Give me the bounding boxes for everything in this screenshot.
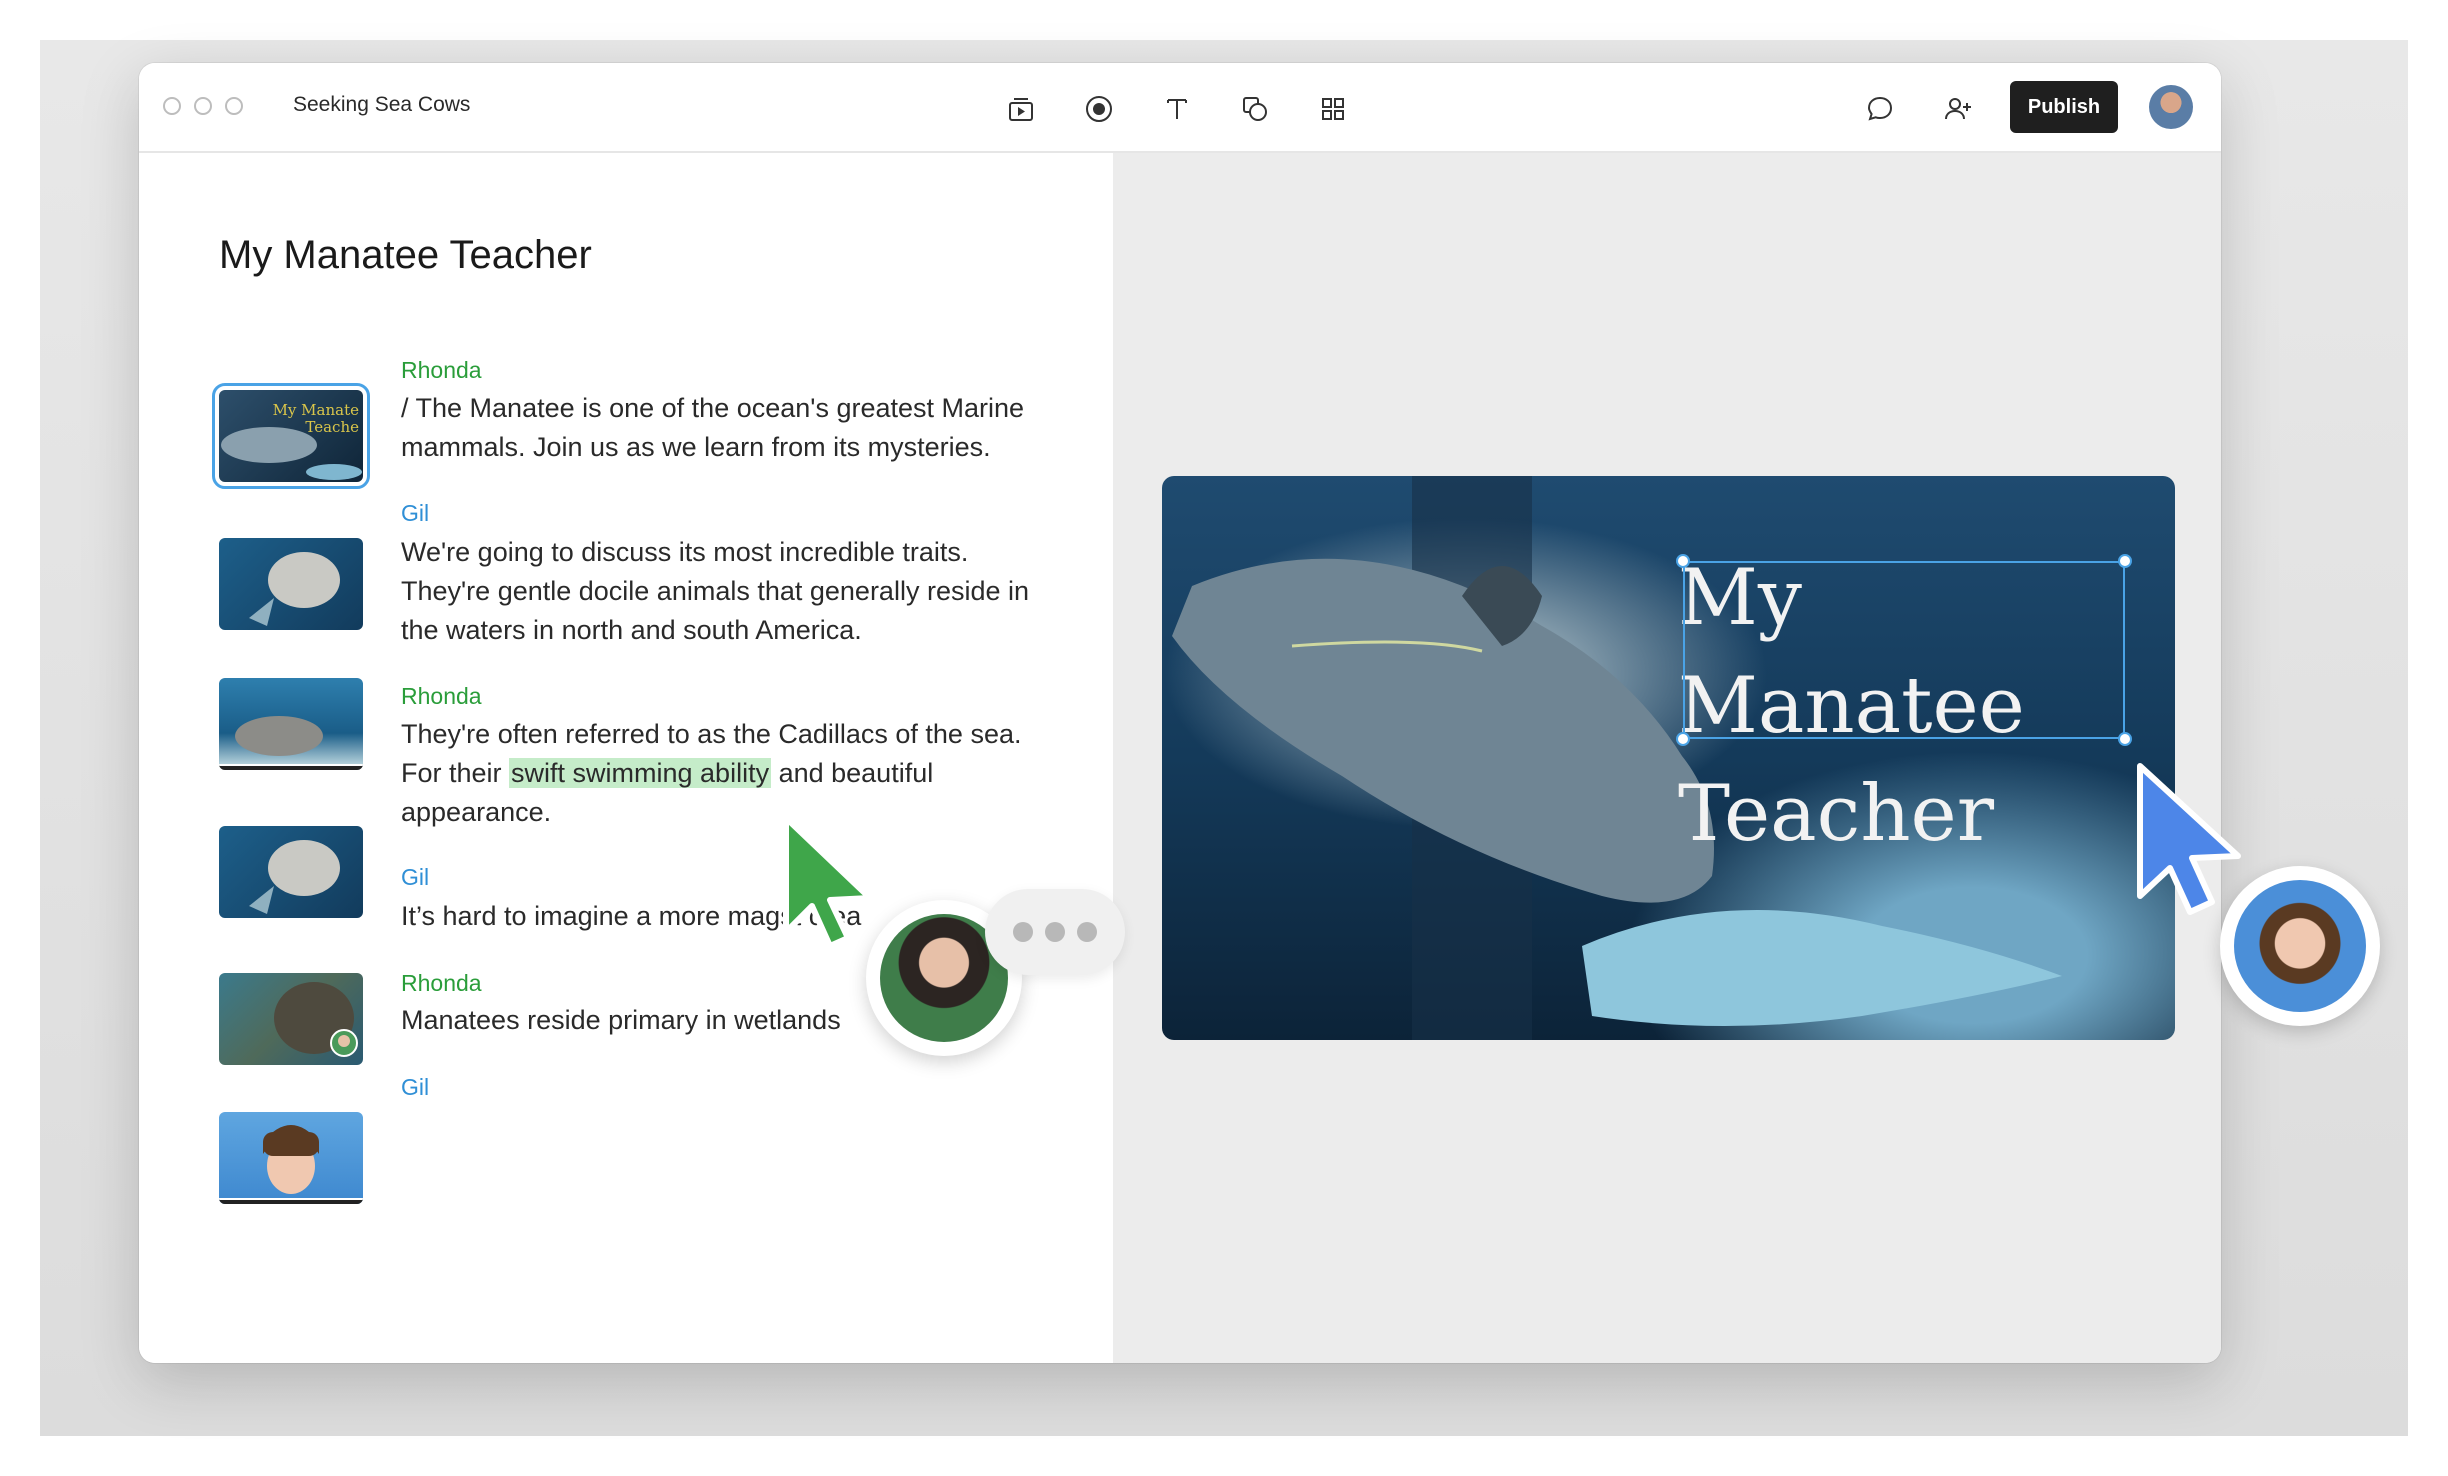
resize-handle-top-right[interactable]: [2118, 554, 2132, 568]
window-controls: [163, 97, 243, 115]
script-title[interactable]: My Manatee Teacher: [219, 233, 592, 278]
canvas-title-line2: Teacher: [1678, 769, 1994, 859]
minimize-window-button[interactable]: [194, 97, 212, 115]
record-icon[interactable]: [1077, 87, 1121, 131]
media-insert-icon[interactable]: [999, 87, 1043, 131]
grid-icon[interactable]: [1311, 87, 1355, 131]
comment-icon[interactable]: [1858, 87, 1902, 131]
resize-handle-bottom-right[interactable]: [2118, 732, 2132, 746]
speaker-label-rhonda: Rhonda: [401, 357, 482, 383]
speaker-label-rhonda: Rhonda: [401, 970, 482, 996]
resize-handle-top-left[interactable]: [1676, 554, 1690, 568]
script-line-2[interactable]: We're going to discuss its most incredib…: [401, 533, 1061, 650]
publish-button[interactable]: Publish: [2010, 81, 2118, 133]
text-icon[interactable]: [1155, 87, 1199, 131]
collaborator-cursor-green-icon: [778, 812, 878, 957]
speaker-label-gil: Gil: [401, 864, 430, 890]
add-user-icon[interactable]: [1936, 87, 1980, 131]
user-avatar[interactable]: [2149, 85, 2193, 129]
scene-thumbnail-1[interactable]: My Manate Teache: [212, 383, 370, 489]
highlighted-phrase[interactable]: swift swimming ability: [509, 758, 772, 788]
scene-thumbnail-4[interactable]: [219, 826, 363, 918]
scene-thumbnail-5[interactable]: [219, 973, 363, 1065]
speaker-label-gil: Gil: [401, 500, 430, 526]
scene-thumbnail-3[interactable]: [219, 678, 363, 770]
resize-handle-bottom-left[interactable]: [1676, 732, 1690, 746]
document-title[interactable]: Seeking Sea Cows: [293, 93, 470, 117]
scene-thumbnail-6[interactable]: [219, 1112, 363, 1204]
collaborator-avatar-gil[interactable]: [2220, 866, 2380, 1026]
thumbnail-title-line2: Teache: [305, 418, 359, 436]
speaker-label-rhonda: Rhonda: [401, 683, 482, 709]
text-selection-box[interactable]: [1683, 561, 2125, 739]
thumbnail-title-line1: My Manate: [273, 401, 360, 419]
shapes-icon[interactable]: [1233, 87, 1277, 131]
collaborator-cursor-blue-icon: [2130, 760, 2250, 925]
speaker-label-gil: Gil: [401, 1074, 430, 1100]
title-bar: Seeking Sea Cows Publish: [139, 63, 2221, 153]
script-line-1[interactable]: / The Manatee is one of the ocean's grea…: [401, 389, 1061, 467]
script-line-4-text: It’s hard to imagine a more mag: [401, 901, 781, 931]
maximize-window-button[interactable]: [225, 97, 243, 115]
script-line-3[interactable]: They're often referred to as the Cadilla…: [401, 715, 1061, 832]
close-window-button[interactable]: [163, 97, 181, 115]
scene-thumbnail-2[interactable]: [219, 538, 363, 630]
main-toolbar: [999, 87, 1355, 131]
typing-indicator: [985, 889, 1125, 975]
